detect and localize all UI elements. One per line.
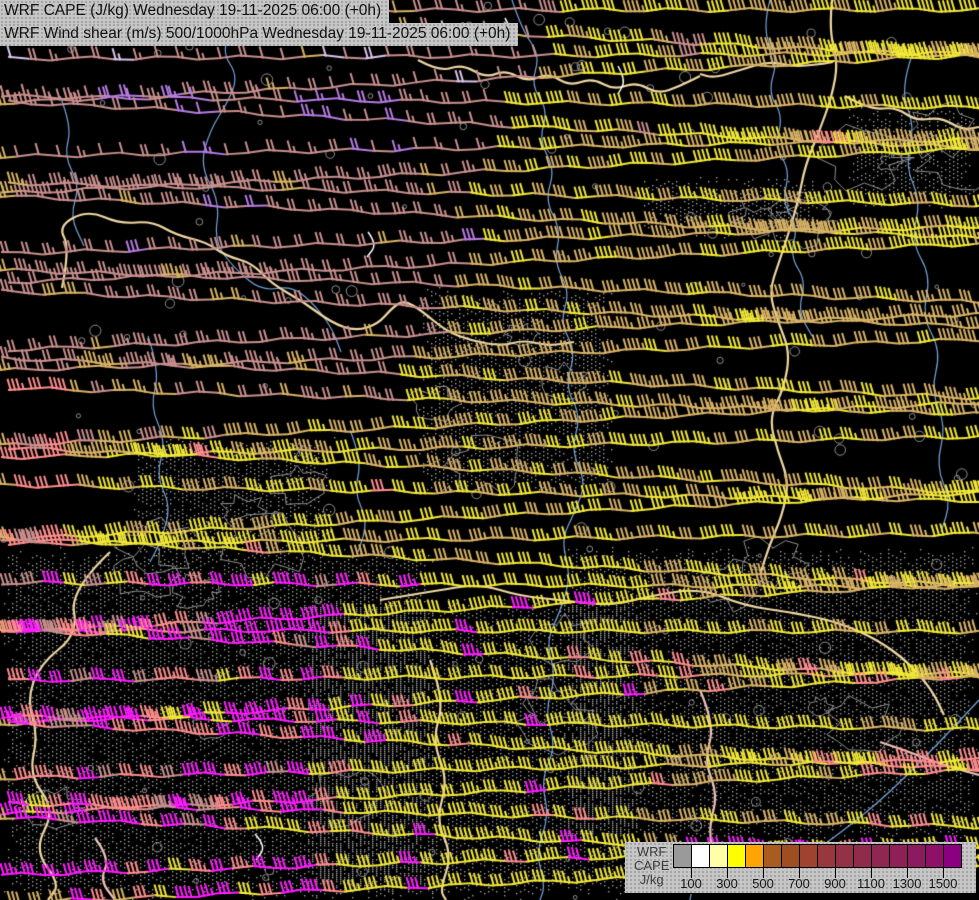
legend-swatch xyxy=(692,845,710,867)
map-title: WRF CAPE (J/kg) Wednesday 19-11-2025 06:… xyxy=(0,0,519,46)
legend-swatch xyxy=(674,845,692,867)
legend-label: WRF CAPE J/kg xyxy=(634,845,669,887)
legend-swatch xyxy=(818,845,836,867)
legend-swatch xyxy=(764,845,782,867)
legend-swatch xyxy=(944,845,961,867)
legend-swatch xyxy=(836,845,854,867)
legend-swatch xyxy=(728,845,746,867)
legend-swatch xyxy=(746,845,764,867)
title-line-cape: WRF CAPE (J/kg) Wednesday 19-11-2025 06:… xyxy=(0,0,390,23)
legend-swatch xyxy=(908,845,926,867)
title-line-shear: WRF Wind shear (m/s) 500/1000hPa Wednesd… xyxy=(0,23,519,46)
legend-tick-label: 900 xyxy=(824,876,846,891)
legend-swatch xyxy=(854,845,872,867)
legend-swatch xyxy=(890,845,908,867)
legend-tick-label: 1100 xyxy=(857,876,885,891)
legend-label-line: J/kg xyxy=(639,872,664,887)
legend-tick-label: 300 xyxy=(716,876,738,891)
legend-tick-label: 700 xyxy=(788,876,810,891)
legend-swatch xyxy=(872,845,890,867)
legend-tick-label: 1500 xyxy=(928,876,958,891)
legend-tick-label: 500 xyxy=(752,876,774,891)
legend-tick-label: 1300 xyxy=(892,876,922,891)
weather-map-canvas xyxy=(0,0,979,900)
legend-label-line: WRF xyxy=(636,844,667,859)
legend-tick-label: 100 xyxy=(680,876,702,891)
legend-swatch xyxy=(710,845,728,867)
legend-swatch xyxy=(926,845,944,867)
legend-swatch xyxy=(782,845,800,867)
weather-map-stage: WRF CAPE (J/kg) Wednesday 19-11-2025 06:… xyxy=(0,0,979,900)
legend-swatch xyxy=(800,845,818,867)
cape-legend: WRF CAPE J/kg 100 300 500 700 900 1100 1300 150… xyxy=(625,842,976,894)
legend-colorbar xyxy=(673,844,962,868)
legend-label-line: CAPE xyxy=(634,858,670,873)
